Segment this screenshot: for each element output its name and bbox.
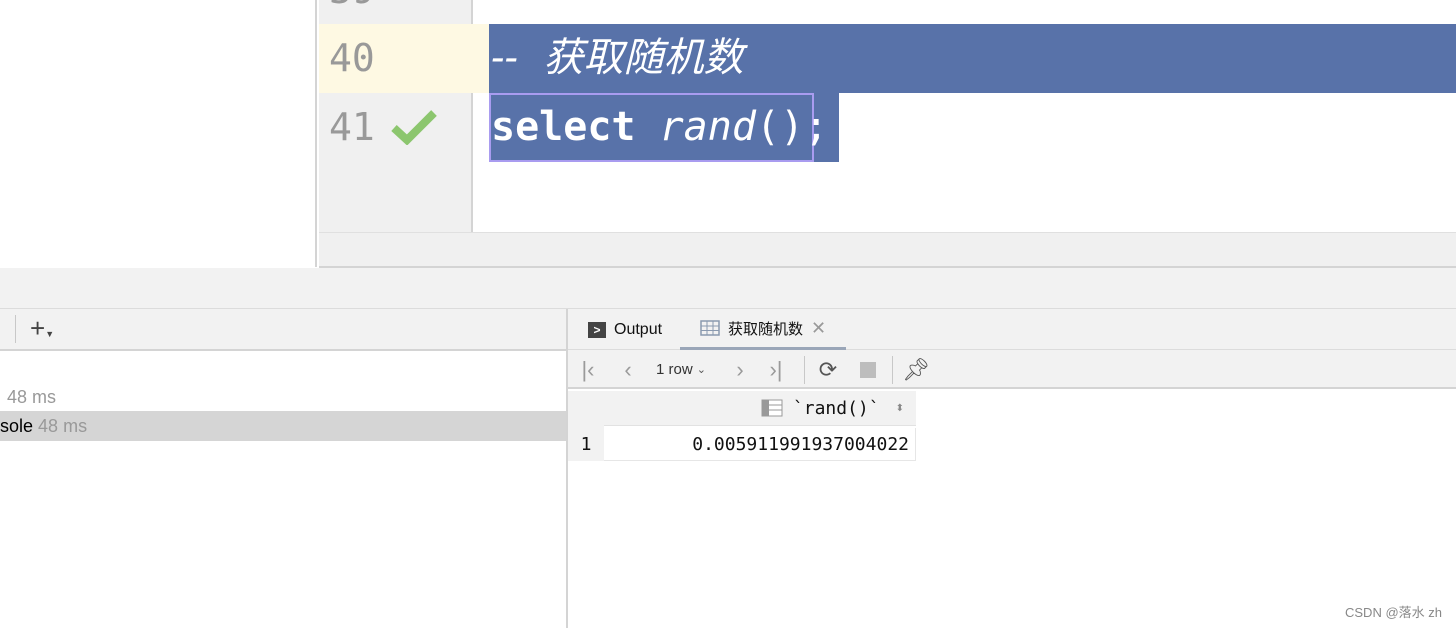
tab-output[interactable]: > Output xyxy=(588,309,662,350)
row-number: 1 xyxy=(580,434,592,455)
list-item-selected[interactable]: sole 48 ms xyxy=(0,411,566,441)
chevron-down-icon: ⌄ xyxy=(696,364,706,376)
table-cell[interactable]: 0.005911991937004022 xyxy=(604,428,916,461)
punctuation: (); xyxy=(755,104,829,150)
divider xyxy=(892,356,893,384)
comment-line[interactable]: -- 获取随机数 xyxy=(491,24,743,93)
divider xyxy=(804,356,805,384)
line-number: 41 xyxy=(329,105,375,149)
duration: 48 ms xyxy=(38,416,88,436)
duration: 48 ms xyxy=(7,387,57,407)
code-line[interactable]: select rand(); xyxy=(491,93,828,162)
tab-label: Output xyxy=(614,320,663,338)
last-page-icon[interactable]: ›| xyxy=(764,350,788,389)
add-icon[interactable]: +▼ xyxy=(30,313,54,344)
line-number: 39 xyxy=(329,0,375,25)
table-icon xyxy=(700,320,720,336)
stop-icon[interactable] xyxy=(856,350,880,389)
item-label: sole xyxy=(0,416,34,436)
column-icon xyxy=(761,399,783,417)
rows-label: 1 row xyxy=(656,361,693,378)
refresh-icon[interactable]: ⟳ xyxy=(816,350,840,389)
sort-icon[interactable]: ⬍ xyxy=(896,403,904,414)
pin-icon[interactable]: 📌︎ xyxy=(902,350,930,389)
tab-result[interactable]: 获取随机数 ✕ xyxy=(680,309,847,350)
rows-dropdown[interactable]: 1 row ⌄ xyxy=(656,350,706,389)
watermark: CSDN @落水 zh xyxy=(1345,605,1442,620)
left-pane xyxy=(0,0,317,267)
column-name: `rand()` xyxy=(792,397,880,419)
check-icon[interactable] xyxy=(391,109,437,145)
results-toolbar: |‹ ‹ 1 row ⌄ › ›| ⟳ 📌︎ xyxy=(568,350,1456,389)
tab-label: 获取随机数 xyxy=(728,320,804,338)
close-icon[interactable]: ✕ xyxy=(811,318,826,339)
line-number: 40 xyxy=(329,36,375,80)
services-toolbar: +▼ xyxy=(0,309,566,351)
gutter-line-41: 41 xyxy=(319,93,473,162)
column-header[interactable]: `rand()` ⬍ xyxy=(604,391,916,426)
panel-splitter[interactable] xyxy=(0,268,1456,309)
first-page-icon[interactable]: |‹ xyxy=(576,350,600,389)
horizontal-scrollbar[interactable] xyxy=(319,232,1456,268)
previous-page-icon[interactable]: ‹ xyxy=(616,350,640,389)
divider xyxy=(15,315,16,343)
results-tabs: > Output 获取随机数 ✕ xyxy=(568,309,1456,350)
keyword: select xyxy=(491,104,636,150)
function-name: rand xyxy=(659,104,756,150)
next-page-icon[interactable]: › xyxy=(728,350,752,389)
list-item[interactable]: 48 ms xyxy=(0,382,566,412)
console-icon: > xyxy=(588,321,606,338)
current-line-gutter: 40 xyxy=(319,24,489,93)
